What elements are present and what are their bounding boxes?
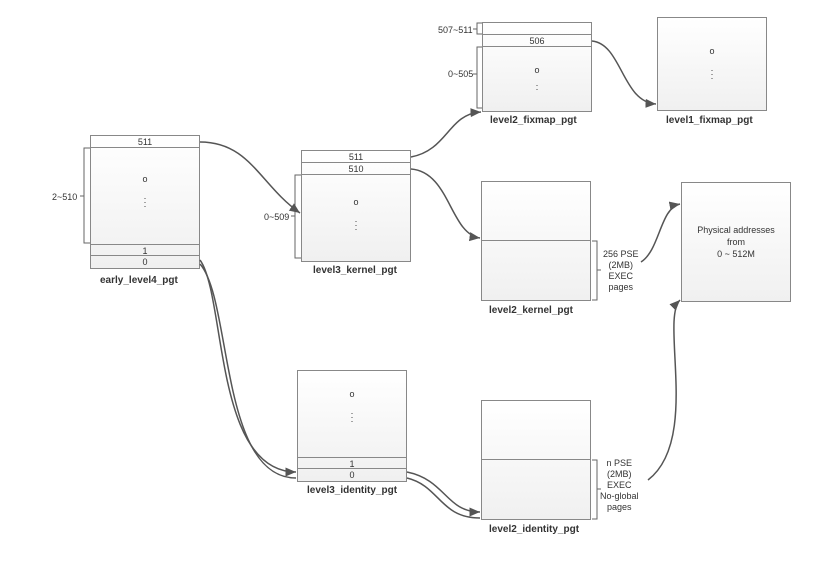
table-row: 511: [302, 151, 410, 163]
body-symbol: o: [534, 65, 539, 75]
dots-icon: ...: [658, 66, 766, 78]
table-early-level4-pgt: 511 o ... 1 0: [90, 135, 200, 269]
table-row: 511: [91, 136, 199, 148]
range-label-top: 507~511: [438, 25, 473, 35]
body-symbol: o: [709, 46, 714, 56]
dots-icon: ...: [302, 217, 410, 229]
caption-level2-fixmap-pgt: level2_fixmap_pgt: [490, 115, 577, 126]
table-body: o ..: [483, 47, 591, 111]
table-body: o ...: [298, 371, 406, 457]
table-row: 1: [91, 244, 199, 256]
range-label-bottom: 0~505: [448, 69, 473, 79]
body-symbol: o: [349, 389, 354, 399]
dots-icon: ..: [483, 81, 591, 89]
table-row: 506: [483, 35, 591, 47]
range-label: 0~509: [264, 212, 289, 222]
table-level3-kernel-pgt: 511 510 o ...: [301, 150, 411, 262]
table-body: o ...: [658, 18, 766, 110]
caption-level1-fixmap-pgt: level1_fixmap_pgt: [666, 115, 753, 126]
caption-early-level4-pgt: early_level4_pgt: [100, 275, 178, 286]
table-level1-fixmap-pgt: o ...: [657, 17, 767, 111]
caption-level3-identity-pgt: level3_identity_pgt: [307, 485, 397, 496]
table-level2-fixmap-pgt: 506 o ..: [482, 22, 592, 112]
annotation-256-pse: 256 PSE(2MB)EXECpages: [603, 249, 639, 293]
body-symbol: o: [142, 174, 147, 184]
table-level2-identity-pgt: [481, 400, 591, 520]
dots-icon: ...: [298, 409, 406, 421]
table-row: [483, 23, 591, 35]
dots-icon: ...: [91, 194, 199, 206]
table-row: 1: [298, 457, 406, 469]
table-row: 0: [91, 256, 199, 268]
annotation-n-pse: n PSE(2MB)EXECNo-globalpages: [600, 458, 639, 513]
body-symbol: o: [353, 197, 358, 207]
table-level2-kernel-pgt: [481, 181, 591, 301]
caption-level2-kernel-pgt: level2_kernel_pgt: [489, 305, 573, 316]
caption-level3-kernel-pgt: level3_kernel_pgt: [313, 265, 397, 276]
range-label: 2~510: [52, 192, 77, 202]
table-level3-identity-pgt: o ... 1 0: [297, 370, 407, 482]
table-body: o ...: [91, 148, 199, 244]
box-physical-addresses: Physical addressesfrom0 ~ 512M: [681, 182, 791, 302]
caption-level2-identity-pgt: level2_identity_pgt: [489, 524, 579, 535]
table-row: 510: [302, 163, 410, 175]
table-body: o ...: [302, 175, 410, 261]
table-cell: [482, 459, 590, 519]
table-cell: [482, 240, 590, 300]
table-row: 0: [298, 469, 406, 481]
